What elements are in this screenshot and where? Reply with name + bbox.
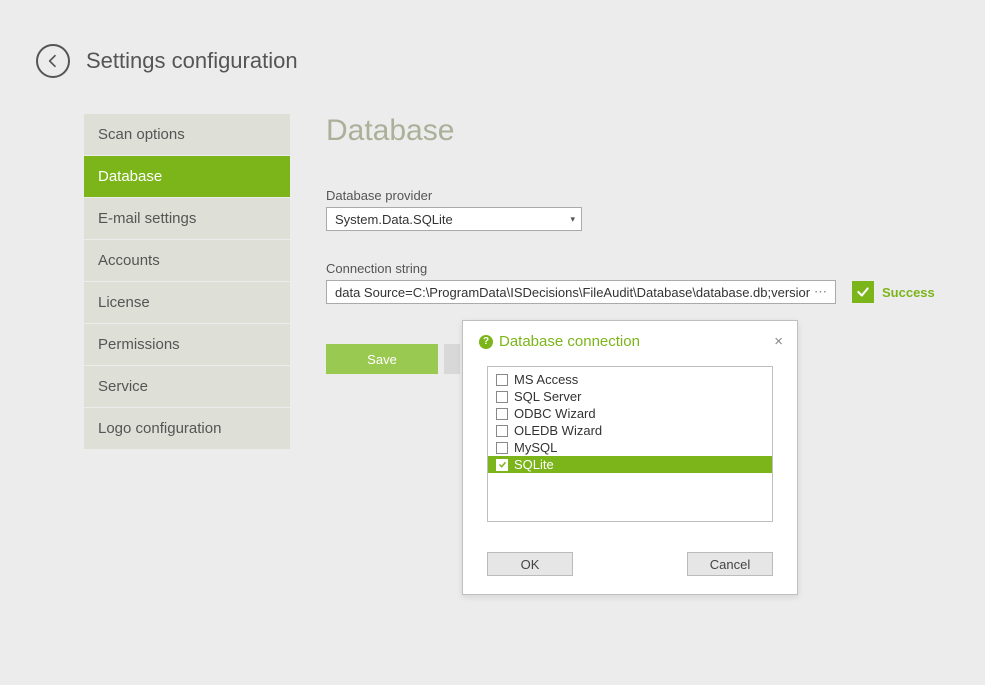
check-icon bbox=[852, 281, 874, 303]
secondary-button[interactable] bbox=[444, 344, 460, 374]
checkbox-icon bbox=[496, 425, 508, 437]
sidebar-item-license[interactable]: License bbox=[84, 282, 290, 324]
option-label: SQL Server bbox=[514, 389, 581, 404]
connection-option-list: MS Access SQL Server ODBC Wizard OLEDB W… bbox=[487, 366, 773, 522]
option-label: ODBC Wizard bbox=[514, 406, 596, 421]
chevron-down-icon: ▾ bbox=[570, 214, 575, 225]
sidebar-item-database[interactable]: Database bbox=[84, 156, 290, 198]
option-label: MySQL bbox=[514, 440, 557, 455]
connection-string-input[interactable]: data Source=C:\ProgramData\ISDecisions\F… bbox=[326, 280, 836, 304]
checkbox-icon bbox=[496, 408, 508, 420]
dialog-title: Database connection bbox=[499, 333, 640, 350]
option-mysql[interactable]: MySQL bbox=[488, 439, 772, 456]
status-label: Success bbox=[882, 285, 935, 300]
sidebar-item-label: Logo configuration bbox=[98, 420, 221, 437]
main-heading: Database bbox=[326, 114, 955, 148]
ellipsis-icon[interactable]: ⋯ bbox=[810, 284, 827, 300]
provider-value: System.Data.SQLite bbox=[335, 212, 453, 227]
provider-label: Database provider bbox=[326, 188, 955, 203]
provider-dropdown[interactable]: System.Data.SQLite ▾ bbox=[326, 207, 582, 231]
option-label: OLEDB Wizard bbox=[514, 423, 602, 438]
connection-label: Connection string bbox=[326, 261, 955, 276]
connection-string-value: data Source=C:\ProgramData\ISDecisions\F… bbox=[335, 285, 810, 300]
arrow-left-icon bbox=[45, 53, 61, 69]
dialog-icon: ? bbox=[479, 335, 493, 349]
settings-sidebar: Scan options Database E-mail settings Ac… bbox=[84, 114, 290, 450]
option-label: MS Access bbox=[514, 372, 578, 387]
sidebar-item-permissions[interactable]: Permissions bbox=[84, 324, 290, 366]
option-sqlite[interactable]: SQLite bbox=[488, 456, 772, 473]
sidebar-item-label: Scan options bbox=[98, 126, 185, 143]
option-sql-server[interactable]: SQL Server bbox=[488, 388, 772, 405]
sidebar-item-scan-options[interactable]: Scan options bbox=[84, 114, 290, 156]
sidebar-item-label: Permissions bbox=[98, 336, 180, 353]
page-title: Settings configuration bbox=[86, 48, 298, 74]
status-badge: Success bbox=[852, 281, 935, 303]
checkbox-icon bbox=[496, 459, 508, 471]
sidebar-item-label: License bbox=[98, 294, 150, 311]
option-ms-access[interactable]: MS Access bbox=[488, 371, 772, 388]
option-odbc-wizard[interactable]: ODBC Wizard bbox=[488, 405, 772, 422]
ok-button[interactable]: OK bbox=[487, 552, 573, 576]
sidebar-item-label: Database bbox=[98, 168, 162, 185]
checkbox-icon bbox=[496, 391, 508, 403]
close-icon[interactable]: × bbox=[774, 333, 783, 350]
database-connection-dialog: ? Database connection × MS Access SQL Se… bbox=[462, 320, 798, 595]
sidebar-item-email-settings[interactable]: E-mail settings bbox=[84, 198, 290, 240]
save-button[interactable]: Save bbox=[326, 344, 438, 374]
option-label: SQLite bbox=[514, 457, 554, 472]
checkbox-icon bbox=[496, 374, 508, 386]
checkbox-icon bbox=[496, 442, 508, 454]
sidebar-item-logo-configuration[interactable]: Logo configuration bbox=[84, 408, 290, 450]
cancel-button[interactable]: Cancel bbox=[687, 552, 773, 576]
sidebar-item-label: Service bbox=[98, 378, 148, 395]
sidebar-item-service[interactable]: Service bbox=[84, 366, 290, 408]
sidebar-item-accounts[interactable]: Accounts bbox=[84, 240, 290, 282]
sidebar-item-label: Accounts bbox=[98, 252, 160, 269]
sidebar-item-label: E-mail settings bbox=[98, 210, 196, 227]
option-oledb-wizard[interactable]: OLEDB Wizard bbox=[488, 422, 772, 439]
back-button[interactable] bbox=[36, 44, 70, 78]
